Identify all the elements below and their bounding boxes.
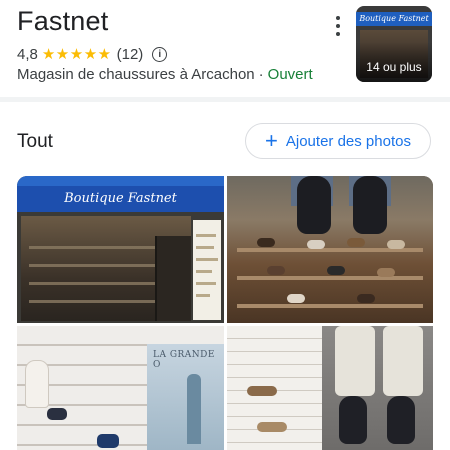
rating-row: 4,8 ★★★★★ (12) i — [17, 44, 168, 64]
info-icon[interactable]: i — [152, 46, 168, 62]
shop-door — [155, 236, 191, 321]
loafer-left — [339, 396, 367, 444]
plus-icon: + — [265, 128, 278, 153]
open-status: Ouvert — [267, 66, 313, 83]
header-photo-thumbnail[interactable]: Boutique Fastnet 14 ou plus — [356, 6, 432, 82]
add-photos-button[interactable]: + Ajouter des photos — [245, 123, 431, 159]
rating-value: 4,8 — [17, 45, 38, 63]
shoe — [97, 434, 119, 448]
review-count[interactable]: (12) — [117, 46, 144, 63]
place-subtitle: Magasin de chaussures à Arcachon · Ouvert — [17, 66, 313, 83]
loafer-right — [353, 176, 387, 234]
shoe — [377, 268, 395, 277]
place-category: Magasin de chaussures à Arcachon — [17, 66, 255, 83]
shoe — [267, 266, 285, 275]
shoe — [307, 240, 325, 249]
shoe-shelf — [237, 276, 423, 280]
shoe — [347, 238, 365, 247]
shoe — [257, 238, 275, 247]
loafer-left — [297, 176, 331, 234]
star-icon: ★★★★★ — [41, 46, 112, 63]
more-vert-icon[interactable] — [330, 14, 346, 38]
photo-storefront[interactable]: Boutique Fastnet — [17, 176, 224, 323]
photo-count-label: 14 ou plus — [366, 60, 422, 74]
place-header: Fastnet 4,8 ★★★★★ (12) i Magasin de chau… — [0, 0, 450, 96]
shoe — [287, 294, 305, 303]
place-name: Fastnet — [17, 6, 109, 36]
statue-figure — [187, 374, 201, 444]
separator: · — [258, 66, 264, 83]
poster-text: LA GRANDE O — [153, 350, 215, 370]
photo-loafers-worn[interactable] — [227, 326, 433, 450]
photos-section-title: Tout — [17, 131, 53, 152]
add-photos-label: Ajouter des photos — [285, 132, 411, 150]
trouser-left — [335, 326, 375, 396]
shoe — [47, 408, 67, 420]
new-york-poster: LA GRANDE O — [147, 344, 224, 450]
brand-poster — [193, 220, 221, 320]
shoe — [357, 294, 375, 303]
trouser-right — [383, 326, 423, 396]
shoe — [387, 240, 405, 249]
thumb-sign: Boutique Fastnet — [356, 12, 432, 26]
white-boot — [25, 360, 49, 408]
loafer-right — [387, 396, 415, 444]
shoe — [247, 386, 277, 396]
shoe — [327, 266, 345, 275]
shoe-shelf — [237, 304, 423, 308]
shop-sign: Boutique Fastnet — [17, 186, 224, 212]
awning — [17, 176, 224, 186]
photo-wall-display[interactable]: LA GRANDE O — [17, 326, 224, 450]
shoe — [257, 422, 287, 432]
section-divider — [0, 97, 450, 102]
photo-shop-interior[interactable] — [227, 176, 433, 323]
